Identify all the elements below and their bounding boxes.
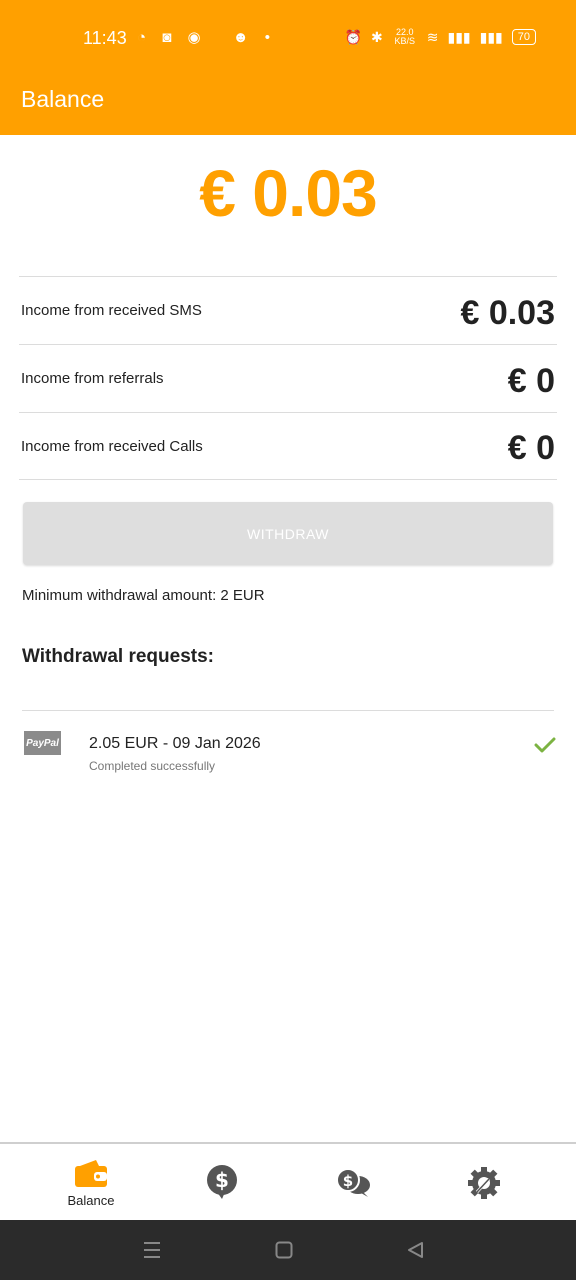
bottom-navigation: Balance $ $: [0, 1142, 576, 1222]
paypal-logo: PayPal: [24, 731, 61, 755]
home-icon[interactable]: [275, 1241, 293, 1264]
signal-icon: ▮▮▮: [447, 28, 471, 45]
nav-item-earnings[interactable]: $: [150, 1144, 294, 1222]
wifi-icon: ≋: [426, 28, 439, 45]
withdraw-button[interactable]: WITHDRAW: [23, 502, 553, 565]
status-right: ⏰ ✱ 22.0 KB/S ≋ ▮▮▮ ▮▮▮ 70: [345, 28, 536, 46]
request-amount-date: 2.05 EUR - 09 Jan 2026: [89, 735, 261, 752]
chat-bubbles-icon: $: [335, 1168, 371, 1203]
divider: [19, 276, 557, 277]
income-value: € 0.03: [460, 294, 555, 332]
minimum-withdrawal-text: Minimum withdrawal amount: 2 EUR: [22, 587, 265, 604]
game-icon: ◙: [162, 29, 178, 46]
notification-icons: ◔ ◙ ◉ ☻ •: [137, 28, 276, 46]
income-value: € 0: [507, 429, 555, 467]
system-navigation-bar: [0, 1220, 576, 1280]
settings-gear-icon: [467, 1166, 501, 1205]
network-speed: 22.0 KB/S: [394, 27, 416, 46]
whatsapp-icon: ◔: [137, 29, 153, 46]
wallet-icon: [74, 1158, 108, 1193]
income-label: Income from received SMS: [21, 302, 202, 319]
back-icon[interactable]: [406, 1241, 424, 1264]
app-bar: Balance: [0, 78, 576, 135]
divider: [22, 710, 554, 711]
signal-2-icon: ▮▮▮: [479, 28, 503, 45]
bluetooth-icon: ✱: [371, 28, 383, 45]
nav-item-settings[interactable]: [412, 1144, 556, 1222]
income-label: Income from referrals: [21, 370, 164, 387]
dot-icon: •: [264, 29, 276, 46]
divider: [19, 344, 557, 345]
divider: [19, 479, 557, 480]
balance-total: € 0.03: [199, 156, 378, 230]
svg-text:$: $: [215, 1168, 229, 1192]
dollar-chat-icon: $: [205, 1164, 239, 1205]
menu-icon[interactable]: [143, 1240, 161, 1265]
income-label: Income from received Calls: [21, 438, 203, 455]
income-value: € 0: [507, 362, 555, 400]
nav-label-balance: Balance: [67, 1193, 115, 1208]
svg-text:$: $: [343, 1172, 353, 1190]
nav-item-messages[interactable]: $: [281, 1144, 425, 1222]
page-title: Balance: [21, 86, 105, 112]
divider: [19, 412, 557, 413]
status-bar: 11:43 ◔ ◙ ◉ ☻ • ⏰ ✱ 22.0 KB/S ≋ ▮▮▮ ▮▮▮ …: [0, 0, 576, 78]
request-status: Completed successfully: [89, 759, 216, 773]
avatar-icon: ☻: [232, 29, 255, 46]
withdrawal-requests-title: Withdrawal requests:: [22, 646, 214, 667]
alarm-icon: ⏰: [344, 28, 363, 45]
nav-item-balance[interactable]: Balance: [19, 1144, 163, 1222]
check-icon: [534, 736, 556, 759]
status-time: 11:43: [83, 28, 127, 48]
messenger-icon: ◉: [187, 29, 207, 46]
battery-indicator: 70: [511, 29, 536, 45]
